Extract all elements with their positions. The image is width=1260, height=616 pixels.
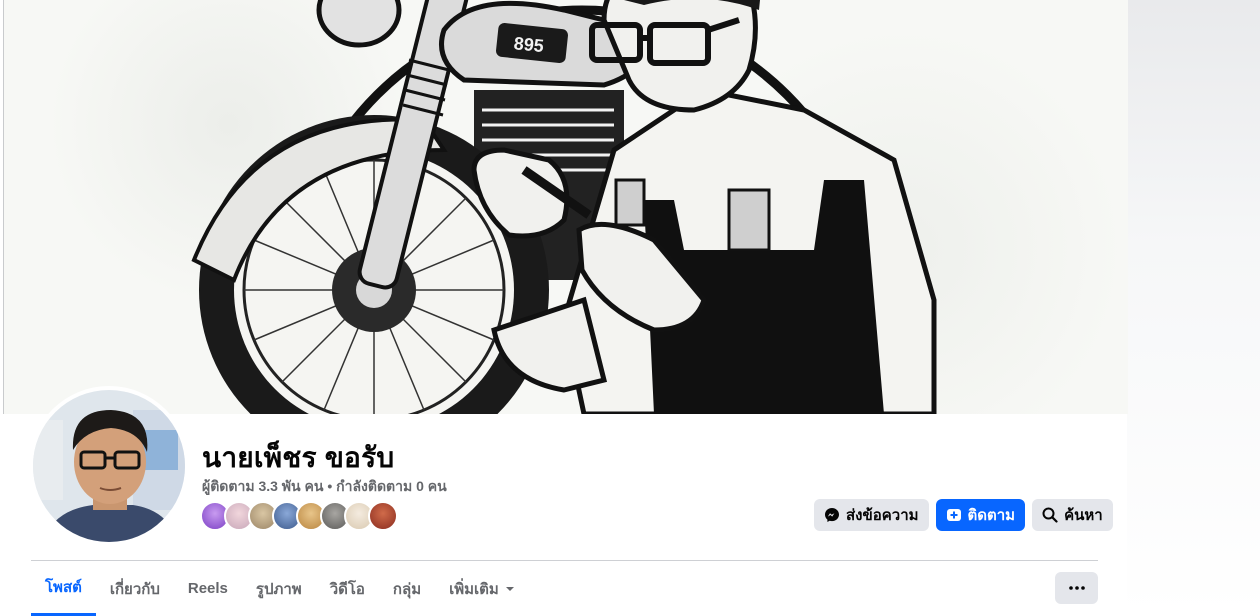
tab-groups[interactable]: กลุ่ม — [379, 561, 435, 616]
profile-avatar[interactable] — [33, 390, 185, 542]
profile-tabs: โพสต์ เกี่ยวกับ Reels รูปภาพ วิดีโอ กลุ่… — [31, 561, 529, 616]
overall-strap-buckle — [727, 188, 771, 252]
tab-reels[interactable]: Reels — [174, 561, 242, 616]
avatar-photo — [33, 390, 185, 542]
messenger-icon — [825, 508, 839, 522]
follower-stats[interactable]: ผู้ติดตาม 3.3 พัน คน • กำลังติดตาม 0 คน — [202, 476, 447, 498]
follow-icon — [946, 509, 961, 521]
message-button-label: ส่งข้อความ — [846, 507, 919, 524]
tab-label: เกี่ยวกับ — [109, 580, 160, 598]
cover-illustration: 895 — [191, 0, 937, 414]
tab-more[interactable]: เพิ่มเติม — [435, 561, 529, 616]
tab-label: รูปภาพ — [255, 580, 302, 598]
follow-button[interactable]: ติดตาม — [935, 499, 1026, 531]
cover-photo[interactable]: 895 — [3, 0, 1128, 414]
search-button[interactable]: ค้นหา — [1032, 499, 1113, 531]
ellipsis-icon — [1068, 586, 1085, 590]
mechanic-head — [601, 0, 758, 113]
tab-label: กลุ่ม — [392, 580, 422, 598]
follow-button-label: ติดตาม — [967, 507, 1016, 524]
caret-down-icon — [505, 586, 514, 591]
page-title: นายเพ็ชร ขอรับ — [202, 442, 395, 473]
tank-badge-text: 895 — [513, 33, 545, 56]
message-button[interactable]: ส่งข้อความ — [814, 499, 929, 531]
search-icon — [1042, 507, 1058, 523]
follower-avatar[interactable] — [368, 501, 398, 531]
tab-label: เพิ่มเติม — [449, 580, 499, 598]
tab-label: Reels — [187, 580, 228, 597]
headlight — [316, 0, 402, 48]
page-background-gutter — [1127, 0, 1260, 616]
tab-posts[interactable]: โพสต์ — [31, 561, 96, 616]
overall-strap-buckle-left — [614, 178, 646, 227]
tab-label: โพสต์ — [45, 579, 82, 596]
tab-videos[interactable]: วิดีโอ — [316, 561, 379, 616]
more-options-button[interactable] — [1055, 572, 1098, 604]
tab-label: วิดีโอ — [329, 580, 365, 598]
follower-avatars[interactable] — [200, 501, 398, 533]
tab-about[interactable]: เกี่ยวกับ — [96, 561, 174, 616]
tab-photos[interactable]: รูปภาพ — [242, 561, 316, 616]
search-button-label: ค้นหา — [1064, 507, 1103, 524]
profile-actions: ส่งข้อความ ติดตาม ค้นหา — [814, 499, 1113, 531]
